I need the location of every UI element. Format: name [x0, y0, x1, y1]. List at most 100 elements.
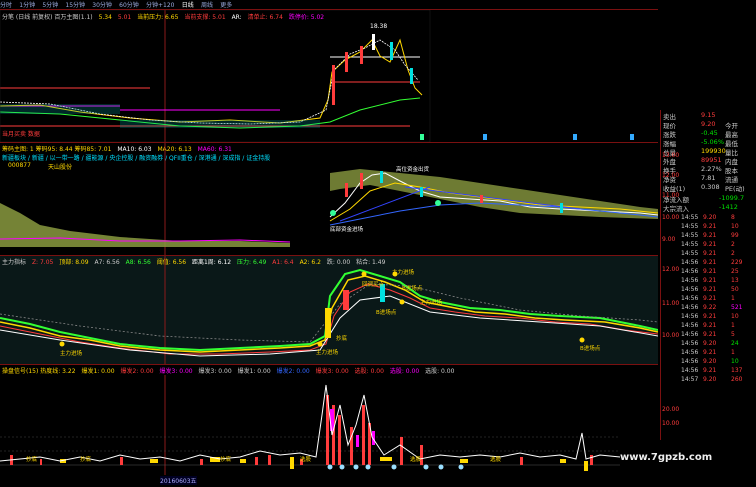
tick-price: 9.21: [703, 241, 717, 248]
period-tab-60min[interactable]: 60分钟: [119, 2, 139, 9]
tick-vol: 5: [731, 331, 735, 338]
tick-row: 14:56 9.20 24: [661, 340, 753, 348]
tick-price: 9.21: [703, 322, 717, 329]
tick-price: 9.21: [703, 331, 717, 338]
tick-price: 9.21: [703, 268, 717, 275]
tick-time: 14:55: [681, 223, 699, 230]
tick-vol: 1: [731, 349, 735, 356]
mf-label-1: 主力进场: [60, 351, 83, 357]
main-chart-panel[interactable]: 分笔 (日线 前复权) 百万主图(1.1) 5.34 5.01 当前压力: 6.…: [0, 9, 658, 142]
period-tab-15min[interactable]: 15分钟: [65, 2, 85, 9]
q8-v2: PE(动): [725, 185, 745, 193]
tick-row: 14:56 9.20 10: [661, 358, 753, 366]
period-tab-daily[interactable]: 日线: [182, 2, 194, 9]
tick-time: 14:57: [681, 376, 699, 383]
sig-item-7: 选股: 0.00: [354, 368, 384, 375]
mf-label-5: 主力进场: [392, 270, 415, 276]
q0-v: 9.15: [701, 111, 716, 119]
axis-price: 13.00: [662, 152, 680, 159]
tick-vol: 521: [731, 304, 743, 311]
tick-time: 14:56: [681, 295, 699, 302]
axis-price: 11.00: [662, 300, 680, 307]
sig-item-3: 爆发3: 0.00: [198, 368, 232, 375]
mf-label-6: B进场点: [402, 286, 423, 292]
tick-row: 14:56 9.21 10: [661, 313, 753, 321]
tick-vol: 10: [731, 358, 739, 365]
tick-time: 14:55: [681, 214, 699, 221]
period-tab-5min[interactable]: 5分钟: [42, 2, 58, 9]
tick-time: 14:56: [681, 358, 699, 365]
tick-price: 9.21: [703, 223, 717, 230]
q6-v: 2.27%: [701, 165, 722, 173]
axis-price: 9.00: [662, 236, 676, 243]
mainforce-panel[interactable]: 主力指标 Z: 7.05 顶部: 8.09 A7: 6.56 A8: 6.56 …: [0, 255, 658, 364]
quote-row-10: 大宗流入 -1412: [663, 203, 755, 213]
period-tab-fenshi[interactable]: 分时: [0, 2, 12, 9]
sig-label-2: 抄底: [80, 457, 92, 463]
axis-price: 10.00: [662, 214, 680, 221]
tick-time: 14:56: [681, 259, 699, 266]
tick-price: 9.21: [703, 295, 717, 302]
tick-price: 9.21: [703, 277, 717, 284]
axis-signal: 10.00: [662, 420, 680, 427]
axis-signal: 20.00: [662, 406, 680, 413]
q9-v: -1099.7: [719, 194, 745, 202]
tick-time: 14:56: [681, 304, 699, 311]
tick-vol: 1: [731, 295, 735, 302]
tick-list[interactable]: 14:55 9.20 8 14:55 9.21 10 14:55 9.21 99 14:55…: [661, 214, 755, 438]
date-cursor-label: 20160603五: [160, 476, 197, 485]
period-tab-30min[interactable]: 30分钟: [92, 2, 112, 9]
tick-price: 9.22: [703, 304, 717, 311]
signal-header: 操盘信号(15) 热度线: 3.22 爆发1: 0.00 爆发2: 0.00 爆…: [2, 366, 458, 375]
period-tab-weekly[interactable]: 周线: [201, 2, 213, 9]
q10-l: 大宗流入: [663, 205, 689, 213]
period-tab-1min[interactable]: 1分钟: [19, 2, 35, 9]
period-tab-more[interactable]: 更多: [220, 2, 232, 9]
tick-price: 9.21: [703, 259, 717, 266]
sig-item-6: 爆发3: 0.00: [315, 368, 349, 375]
tick-price: 9.21: [703, 250, 717, 257]
sig-label-6: 选股: [490, 457, 502, 463]
tick-vol: 2: [731, 250, 735, 257]
chip-note-top: 高位资金出货: [396, 167, 430, 173]
tick-price: 9.20: [703, 358, 717, 365]
tick-time: 14:55: [681, 250, 699, 257]
tick-price: 9.20: [703, 340, 717, 347]
tick-vol: 260: [731, 376, 743, 383]
tick-vol: 2: [731, 241, 735, 248]
sig-item-1: 爆发2: 0.00: [120, 368, 154, 375]
quote-row-0: 卖出 9.15: [663, 111, 755, 121]
q10-v: -1412: [719, 203, 738, 211]
tick-row: 14:56 9.21 1: [661, 349, 753, 357]
tick-time: 14:55: [681, 232, 699, 239]
peak-price-label: 18.38: [370, 23, 388, 30]
mf-label-4: 回调买点: [362, 282, 385, 288]
tick-row: 14:55 9.21 10: [661, 223, 753, 231]
chip-chart-panel[interactable]: 筹码主图: 1 筹码95: 8.44 筹码85: 7.01 MA10: 6.03…: [0, 142, 658, 255]
sig-item-5: 爆发2: 0.00: [276, 368, 310, 375]
tick-time: 14:56: [681, 277, 699, 284]
period-toolbar: 分时 1分钟 5分钟 15分钟 30分钟 60分钟 分钟+120 日线 周线 更…: [0, 0, 430, 9]
tick-vol: 1: [731, 322, 735, 329]
sig-label-3: 抄底: [220, 457, 232, 463]
tick-vol: 13: [731, 277, 739, 284]
tick-row: 14:56 9.21 1: [661, 322, 753, 330]
main-chart-canvas: [0, 10, 634, 142]
tick-vol: 229: [731, 259, 743, 266]
chip-chart-canvas: [0, 143, 658, 255]
tick-row: 14:57 9.20 260: [661, 376, 753, 384]
tick-row: 14:56 9.21 50: [661, 286, 753, 294]
quote-row-8: 收益(1) 0.308 PE(动): [663, 183, 755, 193]
sig-item-2: 爆发3: 0.00: [159, 368, 193, 375]
signal-panel[interactable]: 操盘信号(15) 热度线: 3.22 爆发1: 0.00 爆发2: 0.00 爆…: [0, 364, 658, 475]
axis-price: 10.00: [662, 332, 680, 339]
tick-time: 14:56: [681, 268, 699, 275]
tick-time: 14:56: [681, 322, 699, 329]
tick-time: 14:56: [681, 331, 699, 338]
tick-vol: 25: [731, 268, 739, 275]
tick-price: 9.21: [703, 349, 717, 356]
tick-time: 14:56: [681, 313, 699, 320]
period-tab-120min[interactable]: 分钟+120: [146, 2, 174, 9]
sig-label-5: 选股: [410, 457, 422, 463]
sig-item-4: 爆发1: 0.00: [237, 368, 271, 375]
